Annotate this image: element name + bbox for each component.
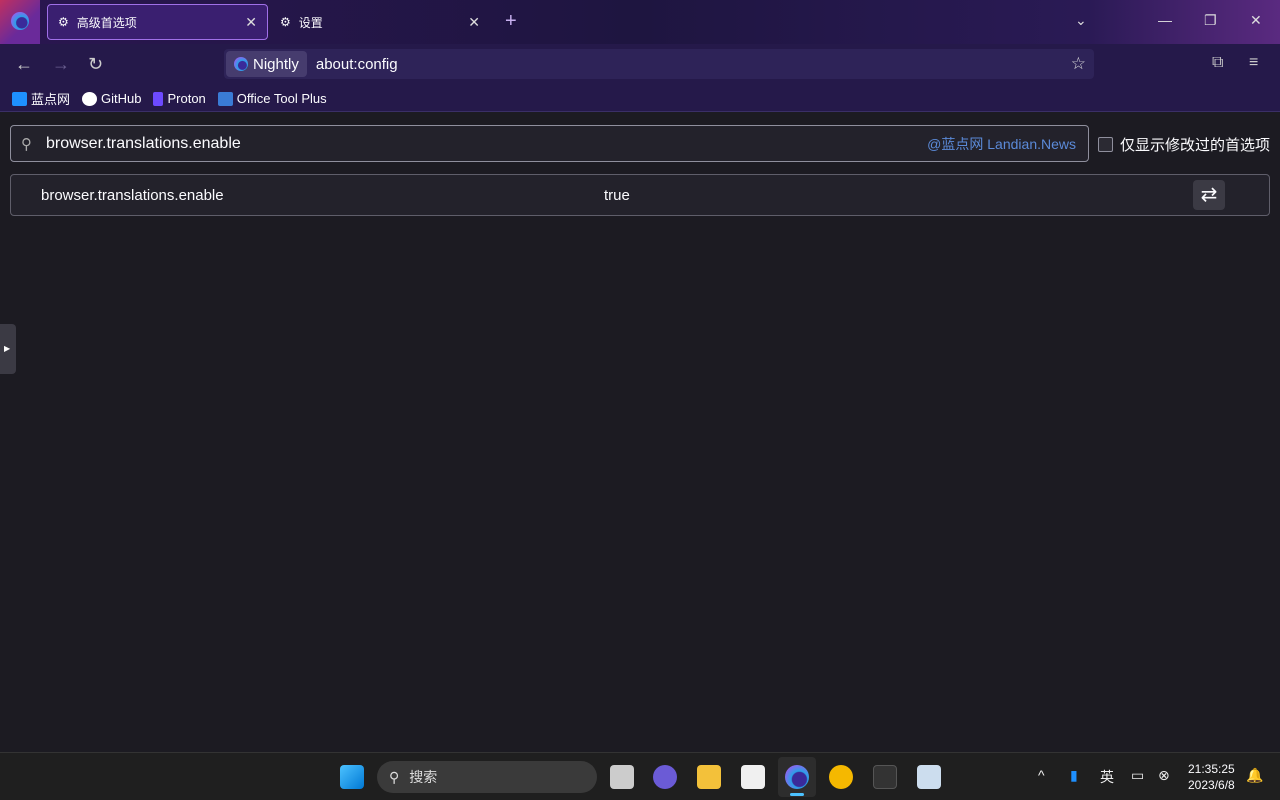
search-icon: ⚲: [21, 135, 32, 153]
forward-button[interactable]: →: [52, 54, 70, 75]
restore-button[interactable]: ❐: [1204, 12, 1217, 29]
search-value: browser.translations.enable: [46, 134, 241, 152]
tab-settings[interactable]: ⚙ 设置 ✕: [270, 4, 490, 40]
bookmark-star-icon[interactable]: ☆: [1071, 54, 1086, 74]
tab-label: 设置: [298, 15, 323, 30]
toggle-button[interactable]: ⇄: [1193, 180, 1225, 210]
task-view-icon[interactable]: [610, 765, 634, 789]
clock[interactable]: 21:35:25 2023/6/8: [1188, 761, 1235, 793]
back-button[interactable]: ←: [15, 54, 33, 75]
sidebar-expand-handle[interactable]: ▶: [0, 324, 16, 374]
close-tab-icon[interactable]: ✕: [468, 14, 480, 31]
bookmark-label: Office Tool Plus: [236, 91, 327, 106]
tab-bar: ⚙ 高级首选项 ✕ ⚙ 设置 ✕ + ⌄ — ❐ ✕: [0, 0, 1280, 44]
store-icon[interactable]: [741, 765, 765, 789]
tray-app-icon[interactable]: ▮: [1070, 767, 1078, 784]
new-tab-button[interactable]: +: [505, 10, 517, 33]
gear-icon: ⚙: [58, 15, 69, 29]
reload-button[interactable]: ↻: [88, 54, 103, 75]
bookmark-label: GitHub: [101, 91, 142, 106]
office-tool-plus-icon: [217, 91, 233, 106]
watermark: @蓝点网 Landian.News: [927, 135, 1076, 152]
bookmark-github[interactable]: GitHub: [82, 91, 141, 106]
ime-indicator[interactable]: 英: [1100, 767, 1114, 787]
identity-box[interactable]: Nightly: [226, 51, 307, 77]
show-modified-only-checkbox[interactable]: 仅显示修改过的首选项: [1098, 134, 1270, 155]
bookmark-label: Proton: [167, 91, 206, 106]
notifications-icon[interactable]: 🔔: [1246, 767, 1263, 784]
landian-icon: [12, 91, 27, 106]
nightly-logo-icon: [234, 57, 248, 71]
bookmark-office-tool-plus[interactable]: Office Tool Plus: [217, 91, 327, 106]
url-text[interactable]: about:config: [316, 56, 398, 73]
file-explorer-icon[interactable]: [697, 765, 721, 789]
bookmark-landian[interactable]: 蓝点网: [12, 89, 70, 108]
active-indicator: [790, 793, 804, 796]
identity-label: Nightly: [253, 55, 299, 73]
github-icon: [82, 91, 98, 106]
table-row: browser.translations.enable true ⇄: [10, 174, 1270, 216]
search-icon: ⚲: [389, 768, 400, 785]
list-tabs-chevron-icon[interactable]: ⌄: [1075, 12, 1087, 29]
show-hidden-icons[interactable]: ^: [1038, 767, 1045, 783]
bookmarks-toolbar: 蓝点网 GitHub Proton Office Tool Plus: [0, 86, 1280, 112]
date: 2023/6/8: [1188, 778, 1235, 792]
close-tab-icon[interactable]: ✕: [245, 14, 257, 31]
volume-muted-icon[interactable]: ⊗: [1158, 767, 1170, 784]
checkbox[interactable]: [1098, 137, 1113, 152]
proton-icon: [153, 91, 164, 106]
taskbar-search[interactable]: ⚲ 搜索: [377, 761, 597, 793]
resource-monitor-icon[interactable]: [917, 765, 941, 789]
minimize-button[interactable]: —: [1158, 12, 1172, 28]
search-label: 搜索: [409, 769, 438, 785]
start-icon[interactable]: [340, 765, 364, 789]
app-icon[interactable]: [829, 765, 853, 789]
close-window-button[interactable]: ✕: [1250, 12, 1262, 29]
nav-bar: ← → ↻ Nightly about:config ☆ ⧉ ≡: [0, 44, 1280, 86]
nightly-icon: [785, 765, 809, 789]
pref-value: true: [604, 187, 630, 204]
time: 21:35:25: [1188, 762, 1235, 776]
menu-icon[interactable]: ≡: [1249, 54, 1258, 72]
tab-advanced-preferences[interactable]: ⚙ 高级首选项 ✕: [47, 4, 268, 40]
teams-icon[interactable]: [653, 765, 677, 789]
preference-search-input[interactable]: ⚲ browser.translations.enable @蓝点网 Landi…: [10, 125, 1089, 162]
bookmark-proton[interactable]: Proton: [153, 91, 206, 106]
firefox-menu-icon[interactable]: [11, 12, 29, 30]
firefox-nightly-taskbar-button[interactable]: [778, 757, 816, 797]
pref-name: browser.translations.enable: [41, 187, 224, 204]
taskbar: ⚲ 搜索 ^ ▮ 英 ▭ ⊗ 21:35:25 2023/6/8 🔔: [0, 752, 1280, 800]
checkbox-label: 仅显示修改过的首选项: [1120, 137, 1271, 154]
url-bar[interactable]: Nightly about:config ☆: [224, 49, 1094, 79]
extensions-icon[interactable]: ⧉: [1212, 54, 1223, 72]
tab-label: 高级首选项: [76, 15, 137, 30]
bookmark-label: 蓝点网: [31, 92, 71, 107]
terminal-icon[interactable]: [873, 765, 897, 789]
network-icon[interactable]: ▭: [1131, 767, 1144, 784]
gear-icon: ⚙: [280, 15, 291, 29]
